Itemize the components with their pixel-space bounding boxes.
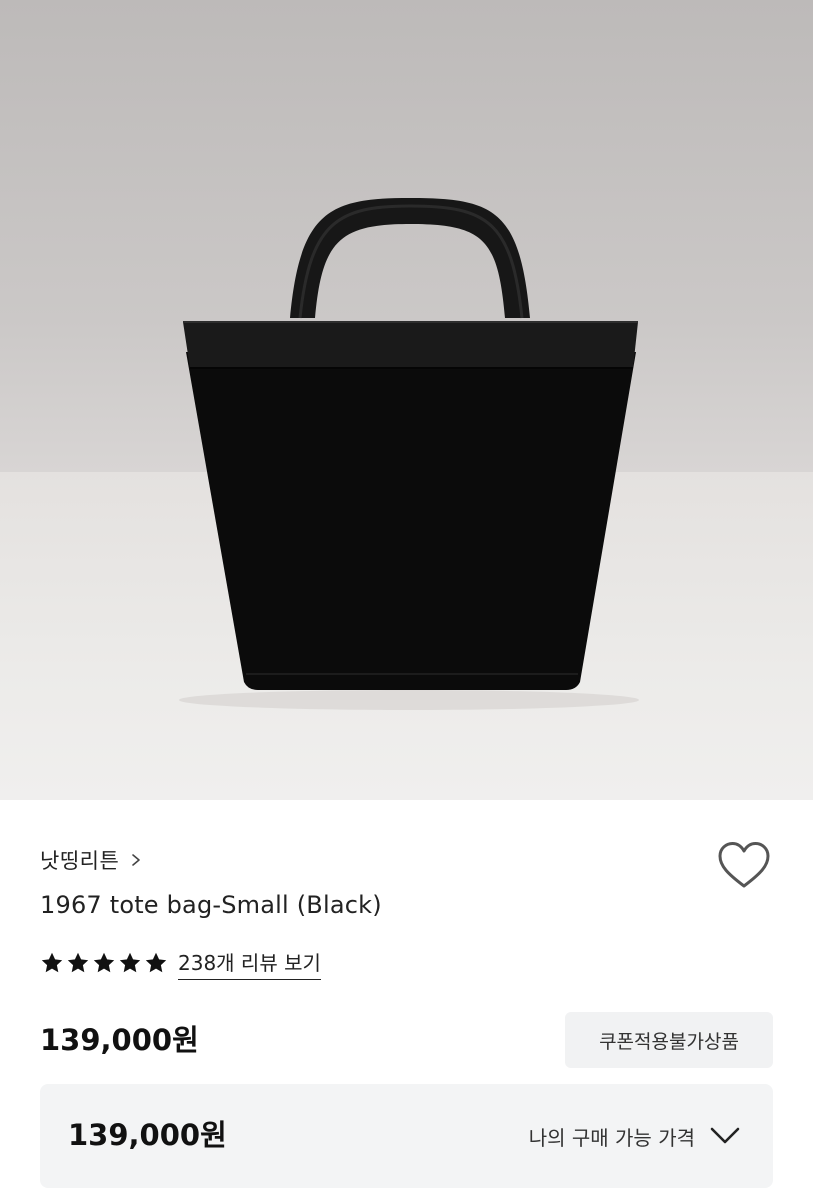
- product-image[interactable]: [0, 0, 813, 800]
- star-filled-icon: [67, 952, 89, 973]
- rating-row: 238개 리뷰 보기: [40, 945, 321, 981]
- star-filled-icon: [119, 952, 141, 973]
- my-price-value: 139,000원: [68, 1118, 227, 1152]
- chevron-right-icon: [132, 854, 141, 866]
- product-title: 1967 tote bag-Small (Black): [40, 891, 382, 919]
- review-link[interactable]: 238개 리뷰 보기: [178, 947, 321, 980]
- coupon-badge: 쿠폰적용불가상품: [565, 1012, 773, 1068]
- brand-link[interactable]: 낫띵리튼: [40, 842, 143, 878]
- star-filled-icon: [41, 952, 63, 973]
- my-price-label: 나의 구매 가능 가격: [528, 1126, 695, 1150]
- product-price: 139,000원: [40, 1023, 199, 1057]
- brand-name: 낫띵리튼: [40, 849, 120, 873]
- my-price-dropdown[interactable]: 139,000원 나의 구매 가능 가격: [40, 1084, 773, 1188]
- tote-bag-illustration: [179, 198, 639, 710]
- chevron-down-icon: [710, 1127, 740, 1144]
- star-filled-icon: [145, 952, 167, 973]
- star-filled-icon: [93, 952, 115, 973]
- heart-outline-icon[interactable]: [716, 840, 772, 892]
- star-rating: [40, 951, 168, 975]
